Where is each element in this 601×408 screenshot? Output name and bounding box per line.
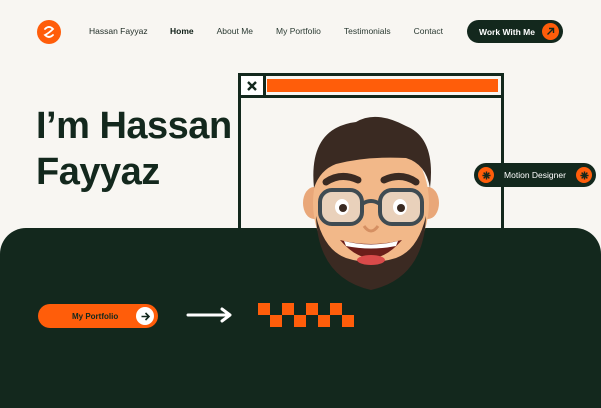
hero-title-line2: Fayyaz xyxy=(36,151,160,193)
work-with-me-button[interactable]: Work With Me xyxy=(467,20,563,43)
long-arrow-icon xyxy=(186,307,232,323)
asterisk-icon xyxy=(478,167,494,183)
asterisk-icon xyxy=(576,167,592,183)
main-nav: Home About Me My Portfolio Testimonials … xyxy=(170,26,466,36)
arrow-right-icon xyxy=(136,307,154,325)
nav-home[interactable]: Home xyxy=(170,26,194,36)
my-portfolio-label: My Portfolio xyxy=(72,311,119,321)
arrow-up-right-icon xyxy=(542,23,559,40)
logo-icon[interactable] xyxy=(37,20,61,44)
hero-title: I’m Hassan Fayyaz xyxy=(36,103,266,195)
motion-designer-badge: Motion Designer xyxy=(474,163,596,187)
avatar-illustration xyxy=(303,116,439,290)
badge-label: Motion Designer xyxy=(504,170,566,180)
brand-name[interactable]: Hassan Fayyaz xyxy=(89,26,148,36)
nav-testimonials[interactable]: Testimonials xyxy=(344,26,391,36)
my-portfolio-button[interactable]: My Portfolio xyxy=(38,304,158,328)
nav-contact[interactable]: Contact xyxy=(414,26,443,36)
hero-title-line1: I’m Hassan xyxy=(36,105,232,147)
close-icon xyxy=(241,76,266,95)
work-with-me-label: Work With Me xyxy=(479,26,535,37)
nav-about-me[interactable]: About Me xyxy=(217,26,253,36)
nav-my-portfolio[interactable]: My Portfolio xyxy=(276,26,321,36)
window-title-bar xyxy=(241,76,501,98)
window-title-stripe xyxy=(267,79,498,92)
checker-pattern xyxy=(258,303,354,327)
